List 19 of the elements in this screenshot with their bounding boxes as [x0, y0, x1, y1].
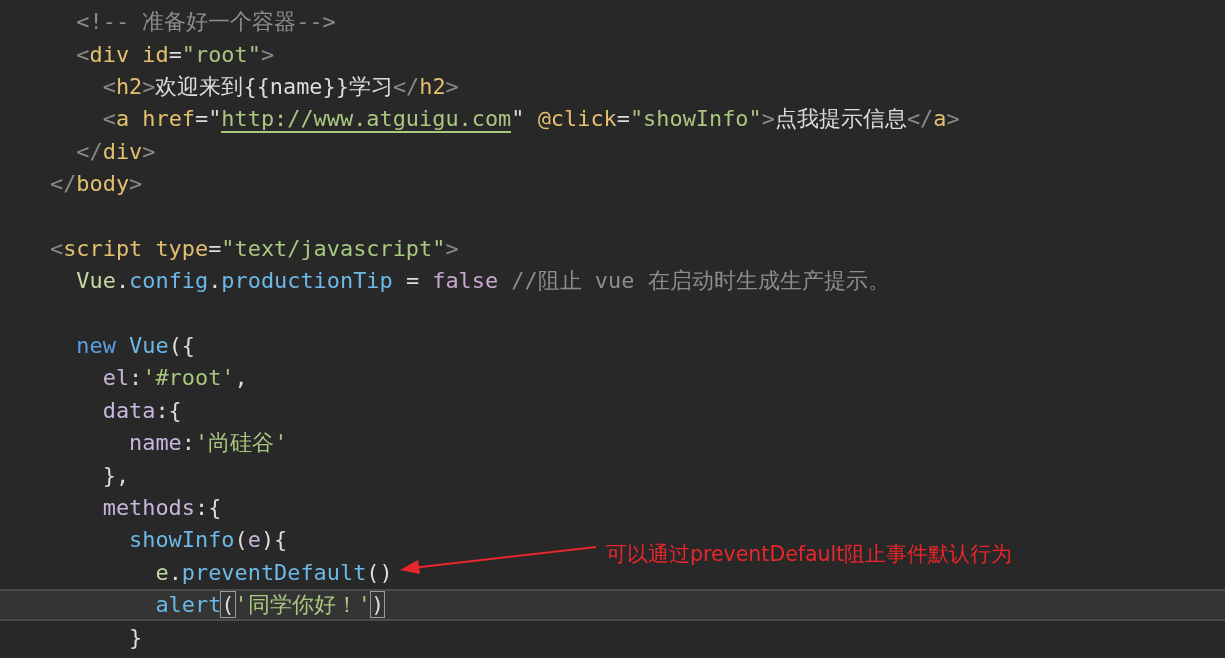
- code-line: </body>: [50, 170, 143, 199]
- code-line: }: [128, 623, 143, 652]
- code-line: },: [101, 461, 130, 490]
- code-line: el:'#root',: [101, 364, 248, 393]
- code-line: data:{: [101, 396, 182, 425]
- code-line: </div>: [75, 137, 156, 166]
- code-line: <script type="text/javascript">: [50, 234, 459, 263]
- code-line: methods:{: [101, 494, 222, 523]
- code-line: <h2>欢迎来到{{name}}学习</h2>: [101, 72, 459, 101]
- code-line: <div id="root">: [75, 40, 275, 69]
- code-line: Vue.config.productionTip = false //阻止 vue 在启动时生成生产提示。: [75, 267, 890, 296]
- code-line: name:'尚硅谷': [128, 429, 288, 458]
- code-line: new Vue({: [75, 332, 195, 361]
- annotation-text: 可以通过preventDefault阻止事件默认行为: [606, 541, 1013, 568]
- code-line: <a href="http://www.atguigu.com" @click="showInfo">点我提示信息</a>: [101, 105, 960, 134]
- code-line: alert('同学你好！'): [154, 591, 385, 620]
- code-line: e.preventDefault(): [154, 558, 393, 587]
- code-line: <!-- 准备好一个容器-->: [75, 8, 336, 37]
- code-line: showInfo(e){: [128, 526, 288, 555]
